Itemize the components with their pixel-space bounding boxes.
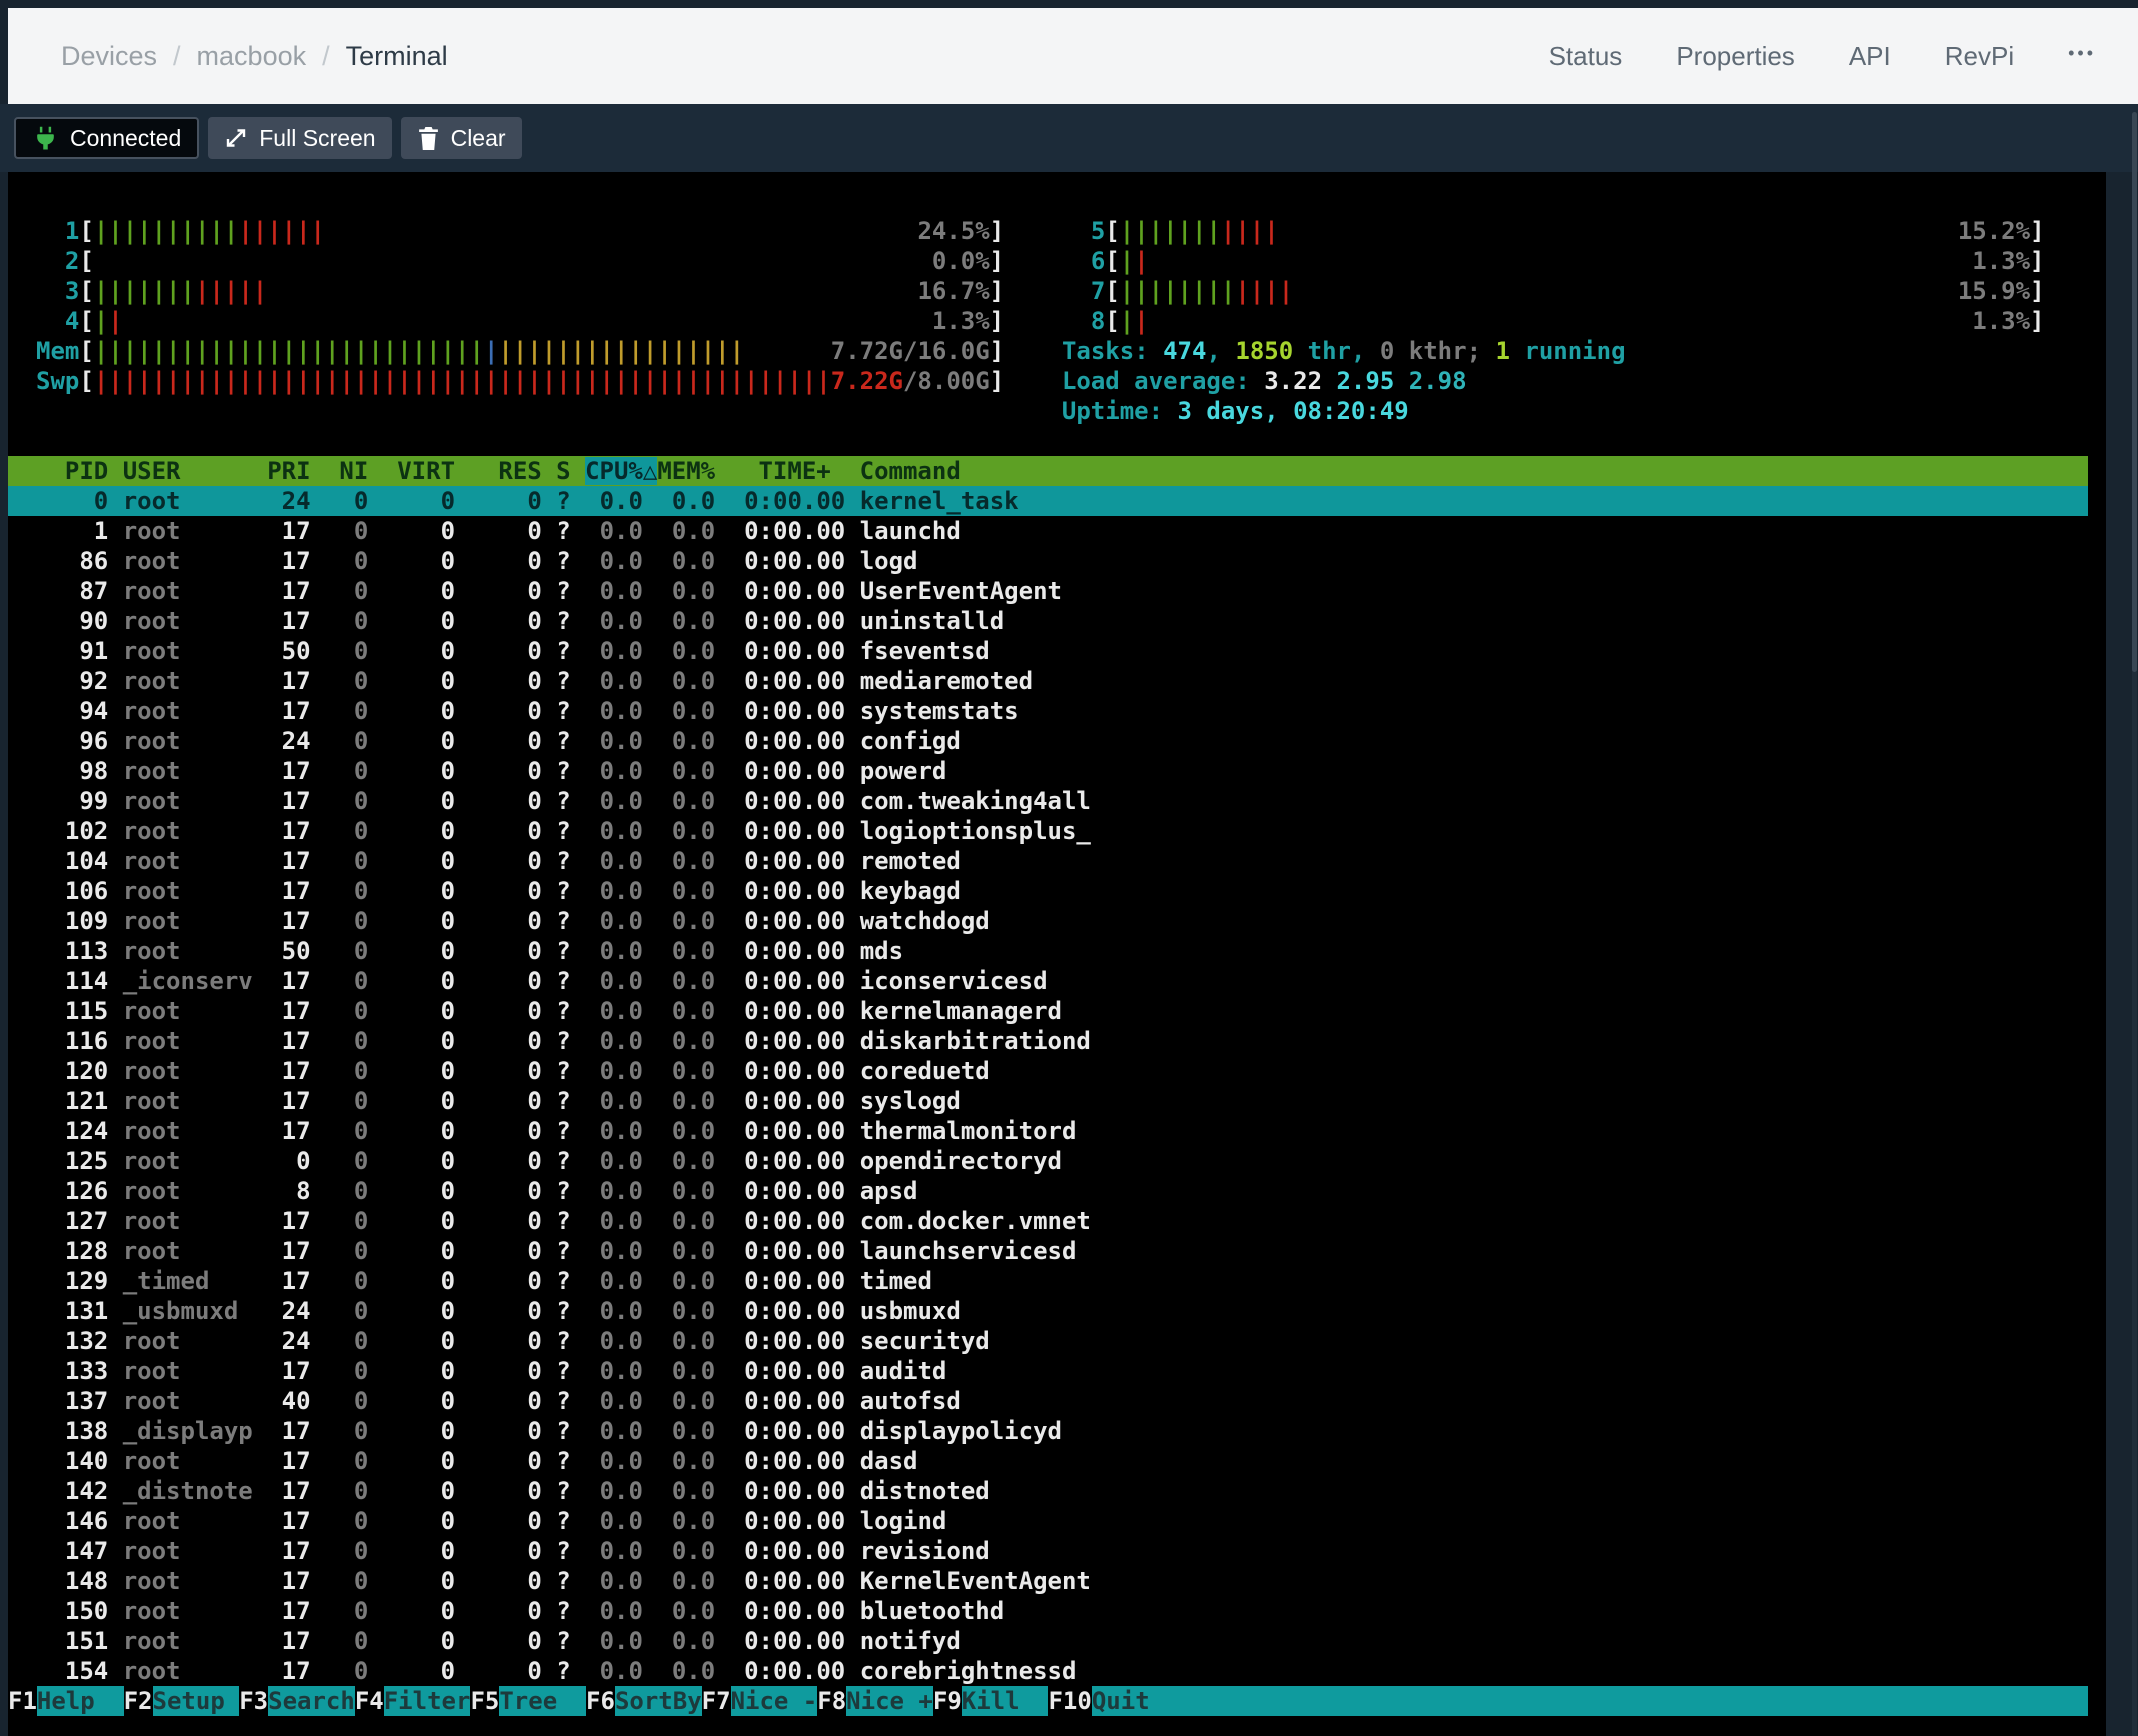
process-row[interactable]: 91 root 50 0 0 0 ? 0.0 0.0 0:00.00 fseve…: [8, 636, 2088, 666]
nav-link-status[interactable]: Status: [1549, 41, 1623, 72]
cpu-meter-row-4: 4[|| 1.3%] 8[|| 1.3%]: [8, 306, 2088, 336]
process-row[interactable]: 142 _distnote 17 0 0 0 ? 0.0 0.0 0:00.00…: [8, 1476, 2088, 1506]
fkey-F9[interactable]: F9: [933, 1686, 962, 1716]
process-row[interactable]: 98 root 17 0 0 0 ? 0.0 0.0 0:00.00 power…: [8, 756, 2088, 786]
process-row[interactable]: 115 root 17 0 0 0 ? 0.0 0.0 0:00.00 kern…: [8, 996, 2088, 1026]
swap-meter-row: Swp[||||||||||||||||||||||||||||||||||||…: [8, 366, 2088, 396]
process-row[interactable]: 126 root 8 0 0 0 ? 0.0 0.0 0:00.00 apsd: [8, 1176, 2088, 1206]
fkey-action-F4[interactable]: Filter: [384, 1686, 471, 1716]
breadcrumb-item-terminal: Terminal: [346, 41, 448, 72]
full-screen-label: Full Screen: [259, 125, 375, 152]
top-links: Status Properties API RevPi: [1549, 41, 2015, 72]
nav-link-revpi[interactable]: RevPi: [1945, 41, 2014, 72]
fkey-F1[interactable]: F1: [8, 1686, 37, 1716]
process-row[interactable]: 104 root 17 0 0 0 ? 0.0 0.0 0:00.00 remo…: [8, 846, 2088, 876]
process-row[interactable]: 137 root 40 0 0 0 ? 0.0 0.0 0:00.00 auto…: [8, 1386, 2088, 1416]
clear-label: Clear: [451, 125, 506, 152]
process-row[interactable]: 106 root 17 0 0 0 ? 0.0 0.0 0:00.00 keyb…: [8, 876, 2088, 906]
process-row[interactable]: 87 root 17 0 0 0 ? 0.0 0.0 0:00.00 UserE…: [8, 576, 2088, 606]
process-row[interactable]: 113 root 50 0 0 0 ? 0.0 0.0 0:00.00 mds: [8, 936, 2088, 966]
fkey-bar-fill: [1179, 1686, 2088, 1716]
fkey-F4[interactable]: F4: [355, 1686, 384, 1716]
connected-button[interactable]: Connected: [14, 117, 199, 159]
process-row[interactable]: 1 root 17 0 0 0 ? 0.0 0.0 0:00.00 launch…: [8, 516, 2088, 546]
full-screen-button[interactable]: Full Screen: [208, 117, 391, 159]
fkey-F8[interactable]: F8: [817, 1686, 846, 1716]
fkey-F2[interactable]: F2: [124, 1686, 153, 1716]
fkey-action-F10[interactable]: Quit: [1092, 1686, 1179, 1716]
process-row[interactable]: 96 root 24 0 0 0 ? 0.0 0.0 0:00.00 confi…: [8, 726, 2088, 756]
connected-label: Connected: [70, 125, 181, 152]
process-row[interactable]: 109 root 17 0 0 0 ? 0.0 0.0 0:00.00 watc…: [8, 906, 2088, 936]
process-row[interactable]: 154 root 17 0 0 0 ? 0.0 0.0 0:00.00 core…: [8, 1656, 2088, 1686]
process-row[interactable]: 116 root 17 0 0 0 ? 0.0 0.0 0:00.00 disk…: [8, 1026, 2088, 1056]
fkey-action-F5[interactable]: Tree: [499, 1686, 586, 1716]
process-row-selected[interactable]: 0 root 24 0 0 0 ? 0.0 0.0 0:00.00 kernel…: [8, 486, 2088, 516]
fkey-F6[interactable]: F6: [586, 1686, 615, 1716]
breadcrumb-separator: /: [173, 41, 181, 72]
breadcrumb: Devices / macbook / Terminal: [61, 41, 448, 72]
fkey-action-F6[interactable]: SortBy: [615, 1686, 702, 1716]
scrollbar-thumb[interactable]: [2132, 112, 2137, 672]
nav-link-api[interactable]: API: [1849, 41, 1891, 72]
process-row[interactable]: 129 _timed 17 0 0 0 ? 0.0 0.0 0:00.00 ti…: [8, 1266, 2088, 1296]
process-row[interactable]: 132 root 24 0 0 0 ? 0.0 0.0 0:00.00 secu…: [8, 1326, 2088, 1356]
process-row[interactable]: 146 root 17 0 0 0 ? 0.0 0.0 0:00.00 logi…: [8, 1506, 2088, 1536]
cpu-meter-row-1: 1[|||||||||||||||| 24.5%] 5[||||||||||| …: [8, 216, 2088, 246]
process-row[interactable]: 131 _usbmuxd 24 0 0 0 ? 0.0 0.0 0:00.00 …: [8, 1296, 2088, 1326]
process-row[interactable]: 99 root 17 0 0 0 ? 0.0 0.0 0:00.00 com.t…: [8, 786, 2088, 816]
fkey-F10[interactable]: F10: [1048, 1686, 1091, 1716]
cpu-meter-row-3: 3[|||||||||||| 16.7%] 7[|||||||||||| 15.…: [8, 276, 2088, 306]
memory-meter-row: Mem[||||||||||||||||||||||||||||||||||||…: [8, 336, 2088, 366]
process-row[interactable]: 121 root 17 0 0 0 ? 0.0 0.0 0:00.00 sysl…: [8, 1086, 2088, 1116]
breadcrumb-separator: /: [322, 41, 330, 72]
process-row[interactable]: 102 root 17 0 0 0 ? 0.0 0.0 0:00.00 logi…: [8, 816, 2088, 846]
more-menu-button[interactable]: •••: [2068, 43, 2096, 70]
cpu-meter-row-2: 2[ 0.0%] 6[|| 1.3%]: [8, 246, 2088, 276]
fkey-action-F9[interactable]: Kill: [962, 1686, 1049, 1716]
fkey-action-F3[interactable]: Search: [268, 1686, 355, 1716]
clear-button[interactable]: Clear: [401, 117, 522, 159]
function-key-bar: F1Help F2Setup F3SearchF4FilterF5Tree F6…: [8, 1686, 2088, 1716]
process-row[interactable]: 120 root 17 0 0 0 ? 0.0 0.0 0:00.00 core…: [8, 1056, 2088, 1086]
process-row[interactable]: 128 root 17 0 0 0 ? 0.0 0.0 0:00.00 laun…: [8, 1236, 2088, 1266]
fkey-action-F7[interactable]: Nice -: [731, 1686, 818, 1716]
breadcrumb-item-devices[interactable]: Devices: [61, 41, 157, 72]
process-row[interactable]: 148 root 17 0 0 0 ? 0.0 0.0 0:00.00 Kern…: [8, 1566, 2088, 1596]
nav-link-properties[interactable]: Properties: [1676, 41, 1795, 72]
expand-icon: [224, 126, 248, 150]
process-row[interactable]: 140 root 17 0 0 0 ? 0.0 0.0 0:00.00 dasd: [8, 1446, 2088, 1476]
fkey-action-F2[interactable]: Setup: [153, 1686, 240, 1716]
sort-column-cpu[interactable]: CPU%△: [585, 457, 657, 485]
process-row[interactable]: 133 root 17 0 0 0 ? 0.0 0.0 0:00.00 audi…: [8, 1356, 2088, 1386]
process-row[interactable]: 150 root 17 0 0 0 ? 0.0 0.0 0:00.00 blue…: [8, 1596, 2088, 1626]
ellipsis-icon: •••: [2068, 43, 2096, 63]
process-row[interactable]: 138 _displayp 17 0 0 0 ? 0.0 0.0 0:00.00…: [8, 1416, 2088, 1446]
fkey-action-F8[interactable]: Nice +: [846, 1686, 933, 1716]
process-row[interactable]: 94 root 17 0 0 0 ? 0.0 0.0 0:00.00 syste…: [8, 696, 2088, 726]
process-row[interactable]: 127 root 17 0 0 0 ? 0.0 0.0 0:00.00 com.…: [8, 1206, 2088, 1236]
process-row[interactable]: 114 _iconserv 17 0 0 0 ? 0.0 0.0 0:00.00…: [8, 966, 2088, 996]
fkey-F5[interactable]: F5: [470, 1686, 499, 1716]
blank-line: [8, 426, 2088, 456]
process-row[interactable]: 124 root 17 0 0 0 ? 0.0 0.0 0:00.00 ther…: [8, 1116, 2088, 1146]
trash-icon: [417, 126, 440, 151]
table-header[interactable]: PID USER PRI NI VIRT RES S CPU%△MEM% TIM…: [8, 456, 2088, 486]
process-row[interactable]: 147 root 17 0 0 0 ? 0.0 0.0 0:00.00 revi…: [8, 1536, 2088, 1566]
process-row[interactable]: 86 root 17 0 0 0 ? 0.0 0.0 0:00.00 logd: [8, 546, 2088, 576]
plug-icon: [32, 125, 59, 152]
top-right-nav: Status Properties API RevPi •••: [1549, 41, 2096, 72]
process-row[interactable]: 92 root 17 0 0 0 ? 0.0 0.0 0:00.00 media…: [8, 666, 2088, 696]
app-header: Devices / macbook / Terminal Status Propertie…: [8, 8, 2138, 104]
uptime-row: Uptime: 3 days, 08:20:49: [8, 396, 2088, 426]
process-row[interactable]: 151 root 17 0 0 0 ? 0.0 0.0 0:00.00 noti…: [8, 1626, 2088, 1656]
breadcrumb-item-macbook[interactable]: macbook: [197, 41, 307, 72]
terminal-toolbar: Connected Full Screen Clear: [0, 104, 2138, 172]
fkey-action-F1[interactable]: Help: [37, 1686, 124, 1716]
fkey-F7[interactable]: F7: [702, 1686, 731, 1716]
process-row[interactable]: 125 root 0 0 0 0 ? 0.0 0.0 0:00.00 opend…: [8, 1146, 2088, 1176]
process-row[interactable]: 90 root 17 0 0 0 ? 0.0 0.0 0:00.00 unins…: [8, 606, 2088, 636]
terminal[interactable]: 1[|||||||||||||||| 24.5%] 5[||||||||||| …: [8, 172, 2106, 1736]
fkey-F3[interactable]: F3: [239, 1686, 268, 1716]
